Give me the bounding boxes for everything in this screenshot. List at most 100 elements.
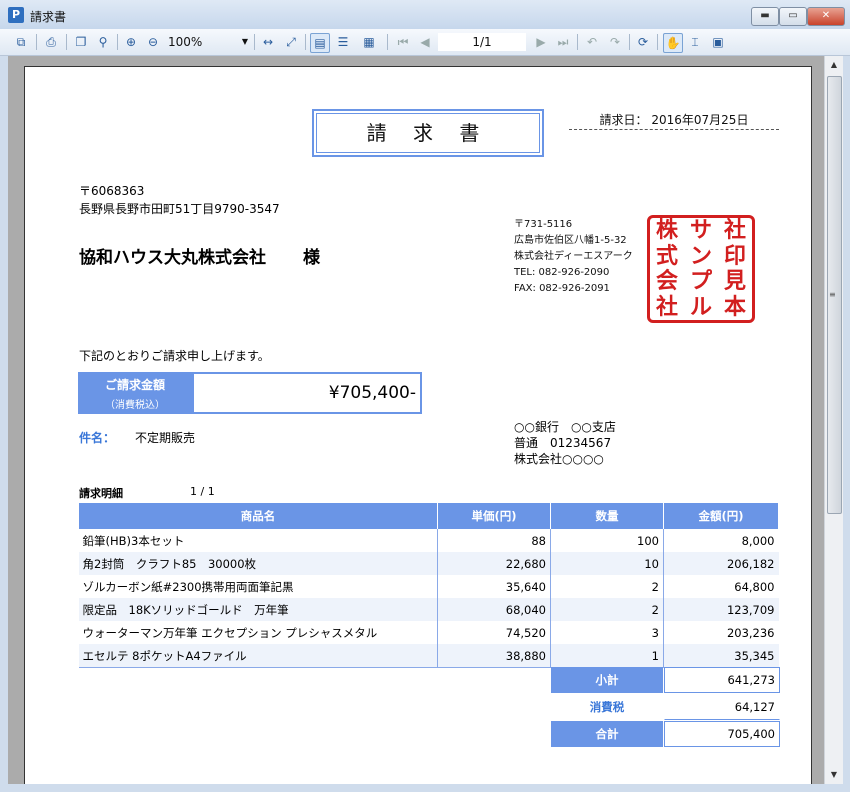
issuer-address: 広島市佐伯区八幡1-5-32 xyxy=(514,235,627,246)
close-button[interactable]: ✕ xyxy=(807,7,845,26)
toolbar-separator xyxy=(387,34,388,50)
customer-honorific: 様 xyxy=(303,248,320,268)
cell-unit-price: 35,640 xyxy=(437,575,551,598)
customer-name: 協和ハウス大丸株式会社 xyxy=(79,248,266,268)
back-icon: ↶ xyxy=(586,35,598,49)
cell-quantity: 3 xyxy=(550,621,664,644)
copy-icon: ❐ xyxy=(75,35,87,49)
snapshot-icon: ▣ xyxy=(712,35,724,49)
print-icon: ⎙ xyxy=(46,34,56,49)
cell-unit-price: 74,520 xyxy=(437,621,551,644)
chevron-down-icon: ▼ xyxy=(241,37,248,46)
tax-row: 消費税 64,127 xyxy=(551,694,780,720)
amount-label-title: ご請求金額 xyxy=(104,378,165,392)
snapshot-button[interactable]: ▣ xyxy=(709,33,727,51)
print-button[interactable]: ⎙ xyxy=(42,33,60,51)
toolbar-separator xyxy=(66,34,67,50)
zoom-select[interactable]: 100% ▼ xyxy=(168,33,252,51)
tax-value: 64,127 xyxy=(664,694,780,720)
subject-value: 不定期販売 xyxy=(135,431,196,445)
customer-zip: 〒6068363 xyxy=(79,184,145,198)
scroll-grip-icon: ≡ xyxy=(829,290,836,299)
greeting-text: 下記のとおりご請求申し上げます。 xyxy=(79,349,270,363)
scroll-up-icon: ▲ xyxy=(830,60,838,69)
vertical-scrollbar[interactable]: ▲ ≡ ▼ xyxy=(824,56,843,784)
table-row: 限定品 18Kソリッドゴールド 万年筆 68,040 2 123,709 xyxy=(78,598,779,621)
select-tool-button[interactable]: ⌶ xyxy=(686,33,704,51)
table-row: ウォーターマン万年筆 エクセプション プレシャスメタル 74,520 3 203… xyxy=(78,621,779,644)
table-row: 鉛筆(HB)3本セット 88 100 8,000 xyxy=(78,529,779,552)
first-page-button[interactable]: ⏮ xyxy=(394,33,412,51)
table-header-row: 商品名 単価(円) 数量 金額(円) xyxy=(78,503,779,529)
invoice-page: 請 求 書 請求日： 2016年07月25日 〒6068363 長野県長野市田町… xyxy=(24,66,812,784)
cell-unit-price: 88 xyxy=(437,529,551,552)
cell-product: 限定品 18Kソリッドゴールド 万年筆 xyxy=(78,598,438,621)
next-page-icon: ▶ xyxy=(536,35,546,49)
bank-holder: 株式会社○○○○ xyxy=(514,452,604,466)
refresh-icon: ⟳ xyxy=(637,35,649,49)
header-amount: 金額(円) xyxy=(663,503,779,529)
bank-branch: ○○銀行 ○○支店 xyxy=(514,420,616,434)
total-row: 合計 705,400 xyxy=(551,721,780,747)
select-tool-icon: ⌶ xyxy=(691,34,699,49)
subtotal-label: 小計 xyxy=(551,667,663,693)
minimize-button[interactable]: ▬ xyxy=(751,7,779,26)
continuous-button[interactable]: ☰ xyxy=(334,33,352,51)
items-table: 商品名 単価(円) 数量 金額(円) 鉛筆(HB)3本セット 88 100 8,… xyxy=(78,503,779,668)
zoom-value: 100% xyxy=(168,35,203,49)
multi-page-button[interactable]: ▦ xyxy=(357,33,381,51)
refresh-button[interactable]: ⟳ xyxy=(634,33,652,51)
back-button[interactable]: ↶ xyxy=(583,33,601,51)
issuer-fax: FAX: 082-926-2091 xyxy=(514,283,610,294)
issue-date: 請求日： 2016年07月25日 xyxy=(569,111,779,130)
cell-product: ウォーターマン万年筆 エクセプション プレシャスメタル xyxy=(78,621,438,644)
toolbar-separator xyxy=(577,34,578,50)
header-unit-price: 単価(円) xyxy=(437,503,551,529)
amount-value: ¥705,400- xyxy=(192,372,422,414)
zoom-out-icon: ⊖ xyxy=(147,35,159,49)
table-row: ゾルカーボン紙#2300携帯用両面筆記黒 35,640 2 64,800 xyxy=(78,575,779,598)
cell-product: 鉛筆(HB)3本セット xyxy=(78,529,438,552)
zoom-out-button[interactable]: ⊖ xyxy=(144,33,162,51)
minimize-icon: ▬ xyxy=(760,10,770,21)
toolbar-separator xyxy=(36,34,37,50)
scroll-down-button[interactable]: ▼ xyxy=(825,766,843,783)
toolbar-separator xyxy=(254,34,255,50)
maximize-button[interactable]: ▭ xyxy=(779,7,807,26)
forward-button[interactable]: ↷ xyxy=(606,33,624,51)
toolbar-separator xyxy=(305,34,306,50)
export-button[interactable]: ⧉ xyxy=(12,33,30,51)
subtotal-value: 641,273 xyxy=(664,667,780,693)
single-page-button[interactable]: ▤ xyxy=(310,33,330,53)
issuer-tel: TEL: 082-926-2090 xyxy=(514,267,610,278)
last-page-button[interactable]: ⏭ xyxy=(554,33,572,51)
prev-page-icon: ◀ xyxy=(420,35,430,49)
scroll-up-button[interactable]: ▲ xyxy=(825,56,843,73)
header-product: 商品名 xyxy=(78,503,438,529)
total-label: 合計 xyxy=(551,721,663,747)
document-viewport[interactable]: 請 求 書 請求日： 2016年07月25日 〒6068363 長野県長野市田町… xyxy=(8,56,824,784)
title-bar: P 請求書 ▬ ▭ ✕ xyxy=(0,0,850,29)
hand-tool-button[interactable]: ✋ xyxy=(663,33,683,53)
cell-quantity: 100 xyxy=(550,529,664,552)
copy-button[interactable]: ❐ xyxy=(72,33,90,51)
cell-quantity: 1 xyxy=(550,644,664,668)
cell-product: エセルテ 8ポケットA4ファイル xyxy=(78,644,438,668)
app-icon: P xyxy=(8,7,24,23)
zoom-in-button[interactable]: ⊕ xyxy=(122,33,140,51)
fit-page-button[interactable]: ⤢ xyxy=(282,33,300,51)
detail-title: 請求明細 xyxy=(79,487,123,500)
single-page-icon: ▤ xyxy=(314,36,326,50)
prev-page-button[interactable]: ◀ xyxy=(416,33,434,51)
find-button[interactable]: ⚲ xyxy=(94,33,112,51)
toolbar-separator xyxy=(629,34,630,50)
amount-label-sub: （消費税込） xyxy=(105,400,165,411)
fit-width-button[interactable]: ↔ xyxy=(259,33,277,51)
tax-label: 消費税 xyxy=(589,700,625,714)
issuer-block: 〒731-5116 広島市佐伯区八幡1-5-32 株式会社ディーエスアーク TE… xyxy=(514,217,633,297)
toolbar-separator xyxy=(117,34,118,50)
next-page-button[interactable]: ▶ xyxy=(532,33,550,51)
toolbar: ⧉ ⎙ ❐ ⚲ ⊕ ⊖ 100% ▼ ↔ ⤢ ▤ ☰ ▦ ⏮ ◀ 1/1 ▶ ⏭… xyxy=(0,29,850,56)
page-number-input[interactable]: 1/1 xyxy=(438,33,526,51)
subject-label: 件名： xyxy=(79,431,116,445)
